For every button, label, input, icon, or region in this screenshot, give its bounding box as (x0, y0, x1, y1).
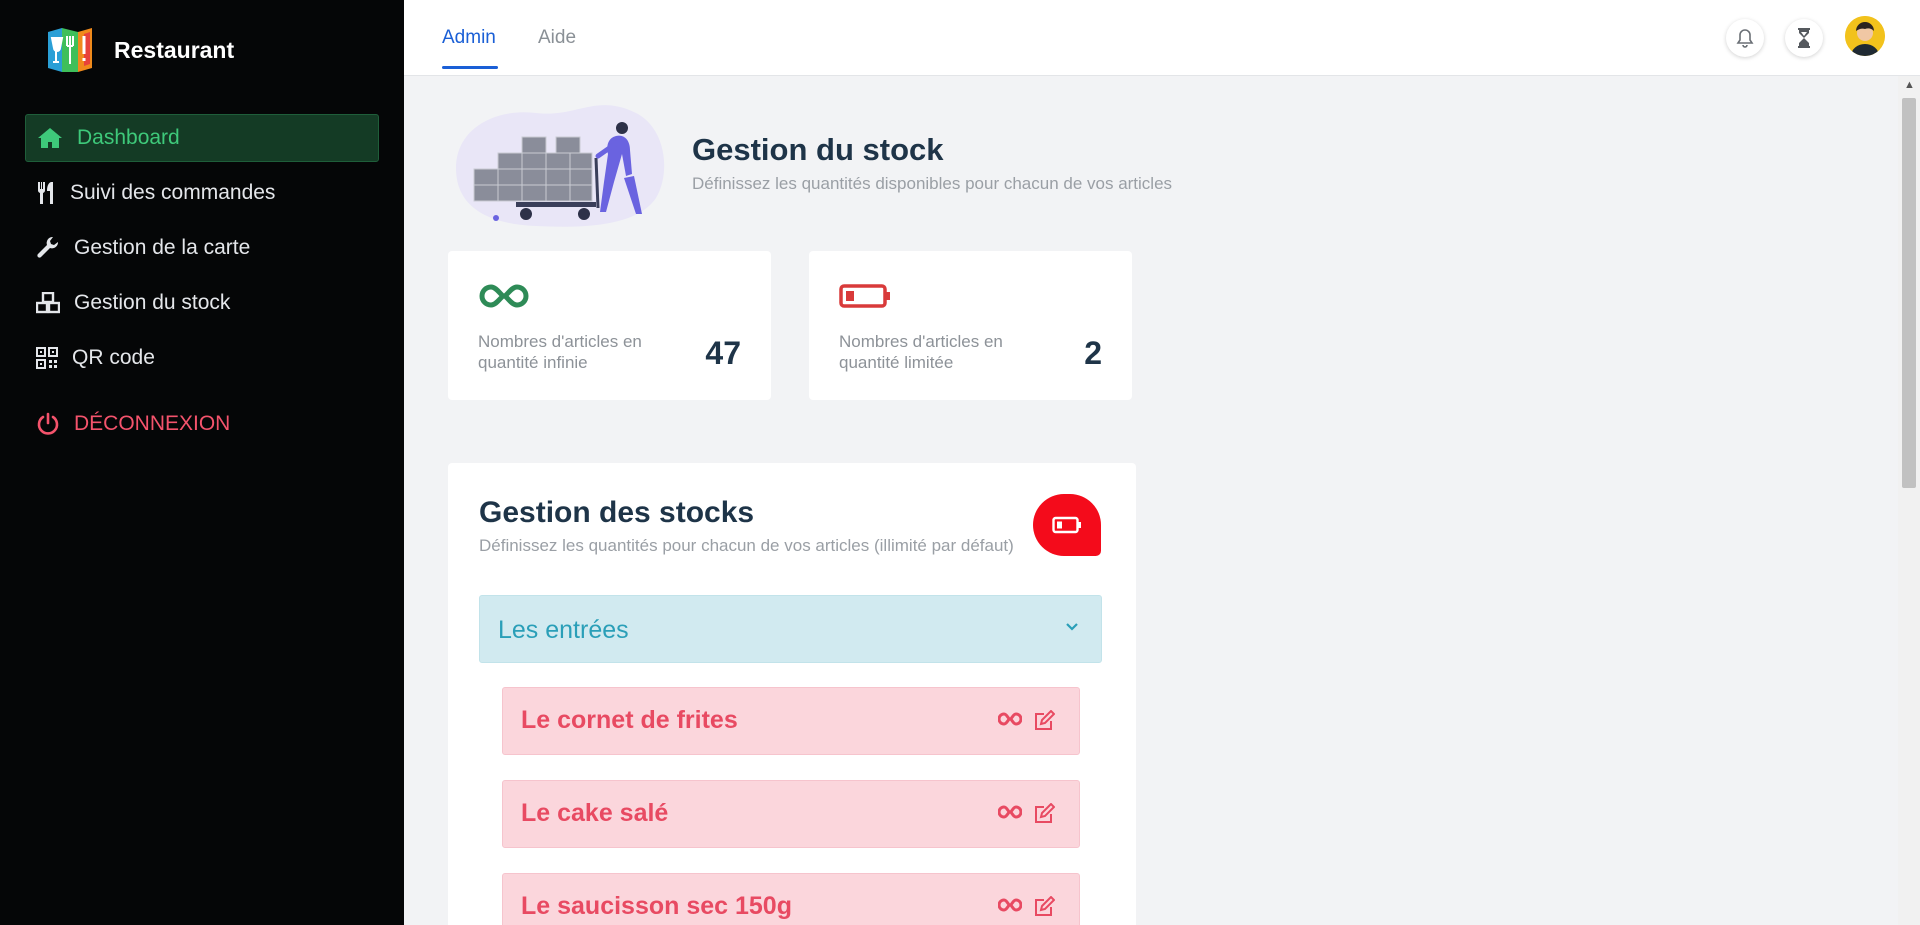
item-name: Le cornet de frites (521, 706, 738, 734)
infinity-icon (479, 284, 529, 308)
sidebar-item-stock[interactable]: Gestion du stock (25, 279, 379, 327)
app-title: Restaurant (114, 36, 235, 63)
qrcode-icon (36, 347, 58, 369)
stock-management-panel: Gestion des stocks Définissez les quanti… (448, 463, 1136, 925)
sidebar-item-menu[interactable]: Gestion de la carte (25, 224, 379, 272)
sidebar: Restaurant Dashboard Suivi des commandes… (0, 0, 404, 925)
page-subtitle: Définissez les quantités disponibles pou… (692, 174, 1173, 193)
main-content: Gestion du stock Définissez les quantité… (404, 76, 1898, 925)
scrollbar-thumb[interactable] (1902, 98, 1916, 488)
home-icon (38, 128, 62, 148)
history-button[interactable] (1785, 19, 1823, 57)
list-item: Le saucisson sec 150g (502, 873, 1080, 925)
scroll-up-arrow-icon[interactable]: ▲ (1904, 79, 1915, 91)
stat-card-infinite: Nombres d'articles en quantité infinie 4… (448, 251, 771, 400)
page-title: Gestion du stock (692, 132, 944, 167)
battery-low-icon (839, 284, 890, 308)
boxes-icon (36, 292, 60, 314)
hourglass-icon (1798, 28, 1810, 48)
user-avatar-icon (1845, 16, 1885, 56)
notifications-button[interactable] (1726, 19, 1764, 57)
category-title: Les entrées (498, 616, 629, 644)
sidebar-item-label: Dashboard (77, 126, 180, 149)
sidebar-item-qrcode[interactable]: QR code (25, 334, 379, 382)
infinity-icon[interactable] (998, 805, 1022, 819)
stat-label: Nombres d'articles en quantité limitée (839, 332, 1003, 372)
power-icon (37, 412, 59, 435)
edit-icon[interactable] (1033, 803, 1055, 825)
panel-subtitle: Définissez les quantités pour chacun de … (479, 536, 1014, 555)
infinity-icon[interactable] (998, 898, 1022, 912)
stat-card-limited: Nombres d'articles en quantité limitée 2 (809, 251, 1132, 400)
category-accordion-header[interactable]: Les entrées (479, 595, 1102, 663)
edit-icon[interactable] (1033, 896, 1055, 918)
sidebar-item-orders[interactable]: Suivi des commandes (25, 169, 379, 217)
brand[interactable]: Restaurant (44, 24, 234, 76)
stat-label: Nombres d'articles en quantité infinie (478, 332, 642, 372)
chevron-down-icon (1066, 623, 1078, 631)
restaurant-logo-icon (48, 28, 92, 72)
sidebar-item-dashboard[interactable]: Dashboard (25, 114, 379, 162)
wrench-icon (37, 236, 59, 258)
infinity-icon[interactable] (998, 712, 1022, 726)
topbar: Admin Aide (404, 0, 1920, 76)
active-tab-indicator (442, 66, 498, 69)
utensils-icon (37, 182, 53, 204)
tab-admin[interactable]: Admin (442, 27, 496, 49)
stat-value: 2 (1084, 335, 1102, 371)
list-item: Le cornet de frites (502, 687, 1080, 755)
sidebar-item-label: Suivi des commandes (70, 181, 276, 204)
sidebar-item-label: QR code (72, 346, 155, 369)
item-name: Le cake salé (521, 799, 669, 827)
avatar[interactable] (1845, 16, 1885, 56)
warehouse-worker-illustration (456, 105, 665, 227)
sidebar-item-label: Gestion du stock (74, 291, 231, 314)
battery-low-icon (1052, 516, 1081, 534)
bell-icon (1736, 29, 1754, 48)
panel-title: Gestion des stocks (479, 496, 755, 529)
stat-value: 47 (705, 335, 741, 371)
tab-aide[interactable]: Aide (538, 27, 576, 49)
limited-stock-badge[interactable] (1033, 494, 1101, 556)
sidebar-item-label: Gestion de la carte (74, 236, 251, 259)
list-item: Le cake salé (502, 780, 1080, 848)
edit-icon[interactable] (1033, 710, 1055, 732)
sidebar-nav: Dashboard Suivi des commandes Gestion de… (25, 114, 379, 455)
page-scrollbar[interactable]: ▲ (1898, 76, 1920, 925)
logout-button[interactable]: DÉCONNEXION (25, 400, 379, 448)
item-name: Le saucisson sec 150g (521, 892, 792, 920)
logout-label: DÉCONNEXION (74, 412, 231, 435)
